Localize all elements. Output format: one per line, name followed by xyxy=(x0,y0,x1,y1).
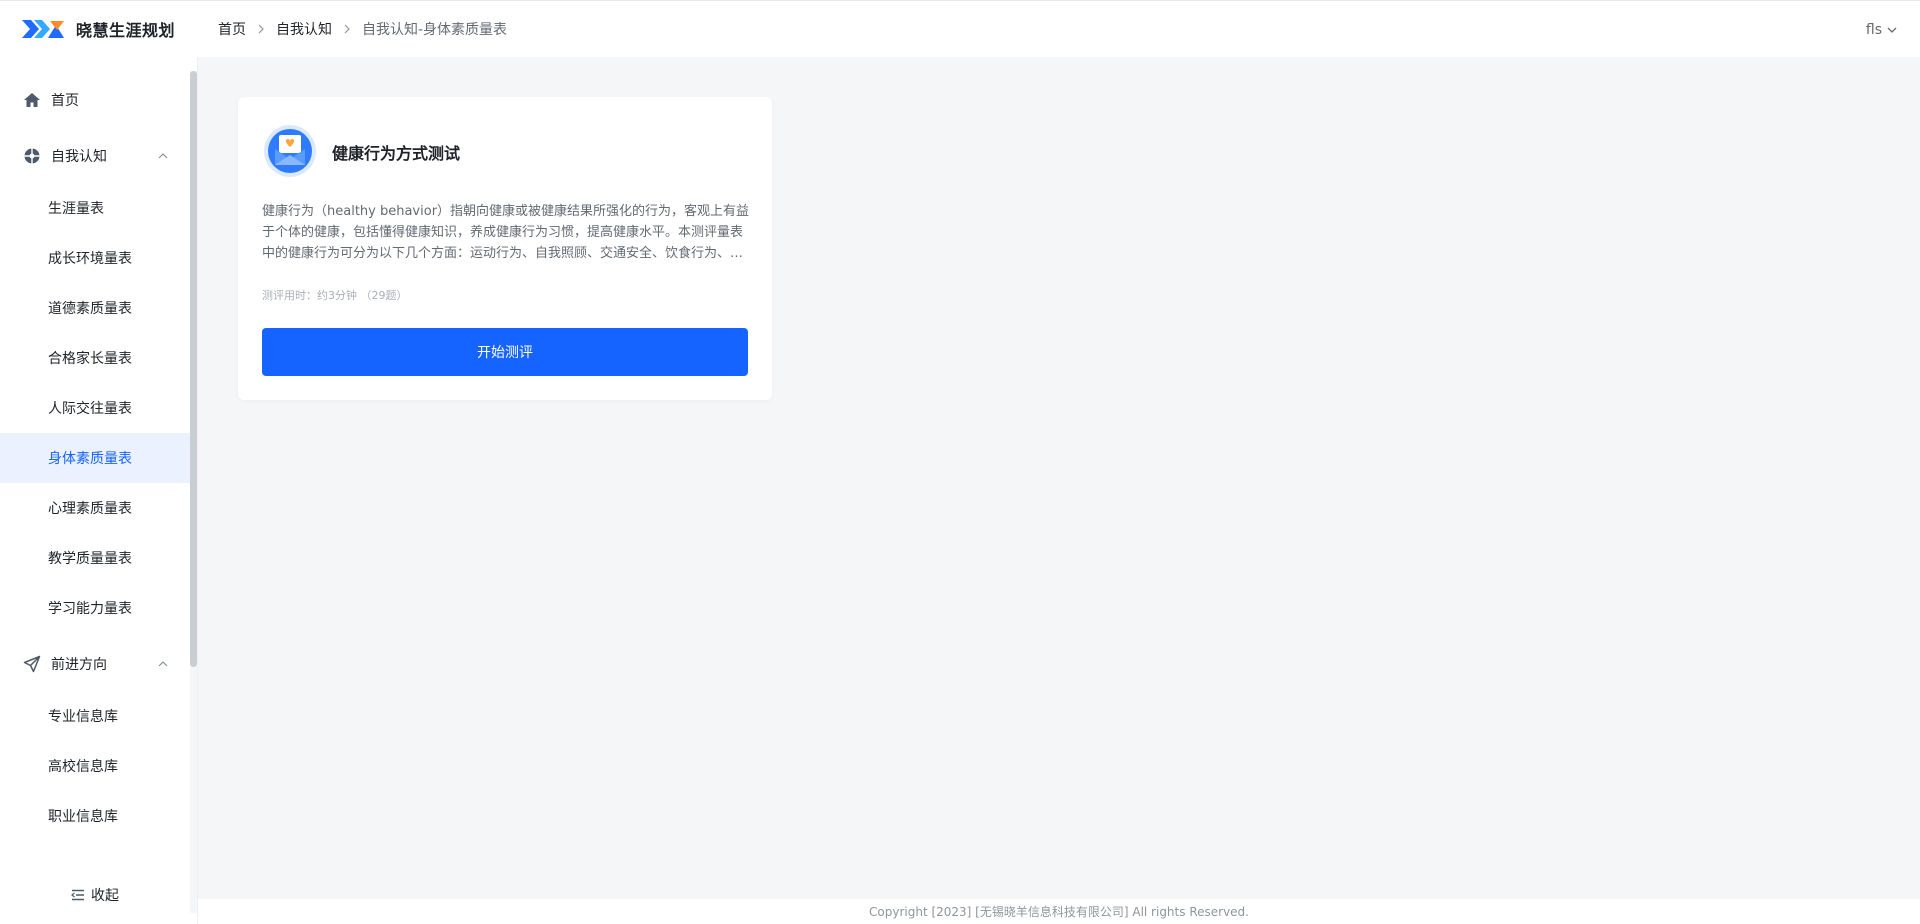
sidebar-scrollbar[interactable] xyxy=(190,71,197,667)
chevron-down-icon xyxy=(1887,27,1897,33)
sidebar-group-label: 前进方向 xyxy=(51,657,107,673)
sidebar: 首页 自我认知 生涯量表 成长环境量表 道德素质量表 合格家长量表 人际交往量表… xyxy=(0,57,198,924)
brand-logo-icon xyxy=(22,20,64,38)
breadcrumb-current: 自我认知-身体素质量表 xyxy=(362,22,508,38)
app-root: 晓慧生涯规划 首页 自我认知 自我认知-身体素质量表 fls 首页 自我认知 生… xyxy=(0,0,1920,924)
footer: Copyright [2023] [无锡晓羊信息科技有限公司] All righ… xyxy=(198,899,1920,924)
health-envelope-icon xyxy=(264,125,316,177)
collapse-menu-icon xyxy=(71,889,84,901)
sidebar-submenu-self-awareness: 生涯量表 成长环境量表 道德素质量表 合格家长量表 人际交往量表 身体素质量表 … xyxy=(0,183,190,633)
paper-plane-icon xyxy=(23,655,41,673)
sidebar-item-university-database[interactable]: 高校信息库 xyxy=(0,741,190,791)
top-header: 晓慧生涯规划 首页 自我认知 自我认知-身体素质量表 fls xyxy=(0,0,1920,57)
assessment-card: 健康行为方式测试 健康行为（healthy behavior）指朝向健康或被健康… xyxy=(238,97,772,400)
home-icon xyxy=(23,91,41,109)
sidebar-item-teaching-quality-scale[interactable]: 教学质量量表 xyxy=(0,533,190,583)
breadcrumb-self-awareness[interactable]: 自我认知 xyxy=(276,19,332,39)
sidebar-item-moral-quality-scale[interactable]: 道德素质量表 xyxy=(0,283,190,333)
sidebar-submenu-direction: 专业信息库 高校信息库 职业信息库 xyxy=(0,691,190,841)
chevron-up-icon xyxy=(158,661,168,667)
sidebar-group-self-awareness[interactable]: 自我认知 xyxy=(0,131,190,181)
chevron-up-icon xyxy=(158,153,168,159)
self-awareness-icon xyxy=(23,147,41,165)
sidebar-item-growth-environment-scale[interactable]: 成长环境量表 xyxy=(0,233,190,283)
breadcrumb-home[interactable]: 首页 xyxy=(218,19,246,39)
sidebar-item-label: 首页 xyxy=(51,93,79,109)
card-duration-info: 测评用时：约3分钟 （29题） xyxy=(262,289,408,302)
brand-name: 晓慧生涯规划 xyxy=(76,21,176,40)
sidebar-item-learning-ability-scale[interactable]: 学习能力量表 xyxy=(0,583,190,633)
sidebar-item-career-database[interactable]: 职业信息库 xyxy=(0,791,190,841)
sidebar-group-direction[interactable]: 前进方向 xyxy=(0,639,190,689)
sidebar-item-qualified-parent-scale[interactable]: 合格家长量表 xyxy=(0,333,190,383)
breadcrumb: 首页 自我认知 自我认知-身体素质量表 xyxy=(218,19,507,39)
user-name: fls xyxy=(1865,21,1882,38)
sidebar-item-home[interactable]: 首页 xyxy=(0,75,190,125)
card-description: 健康行为（healthy behavior）指朝向健康或被健康结果所强化的行为，… xyxy=(262,204,750,261)
start-assessment-button[interactable]: 开始测评 xyxy=(262,328,748,376)
brand[interactable]: 晓慧生涯规划 xyxy=(0,1,198,58)
sidebar-item-major-database[interactable]: 专业信息库 xyxy=(0,691,190,741)
user-menu[interactable]: fls xyxy=(1866,1,1898,58)
chevron-right-icon xyxy=(254,22,268,36)
collapse-sidebar-button[interactable]: 收起 xyxy=(0,875,190,915)
sidebar-item-career-scale[interactable]: 生涯量表 xyxy=(0,183,190,233)
main-content: 健康行为方式测试 健康行为（healthy behavior）指朝向健康或被健康… xyxy=(198,57,1920,899)
card-title: 健康行为方式测试 xyxy=(332,144,461,163)
sidebar-item-interpersonal-scale[interactable]: 人际交往量表 xyxy=(0,383,190,433)
sidebar-item-psychological-quality-scale[interactable]: 心理素质量表 xyxy=(0,483,190,533)
sidebar-group-label: 自我认知 xyxy=(51,149,107,165)
chevron-right-icon xyxy=(340,22,354,36)
copyright-text: Copyright [2023] [无锡晓羊信息科技有限公司] All righ… xyxy=(869,905,1249,919)
sidebar-item-physical-quality-scale[interactable]: 身体素质量表 xyxy=(0,433,190,483)
collapse-label: 收起 xyxy=(91,888,119,904)
